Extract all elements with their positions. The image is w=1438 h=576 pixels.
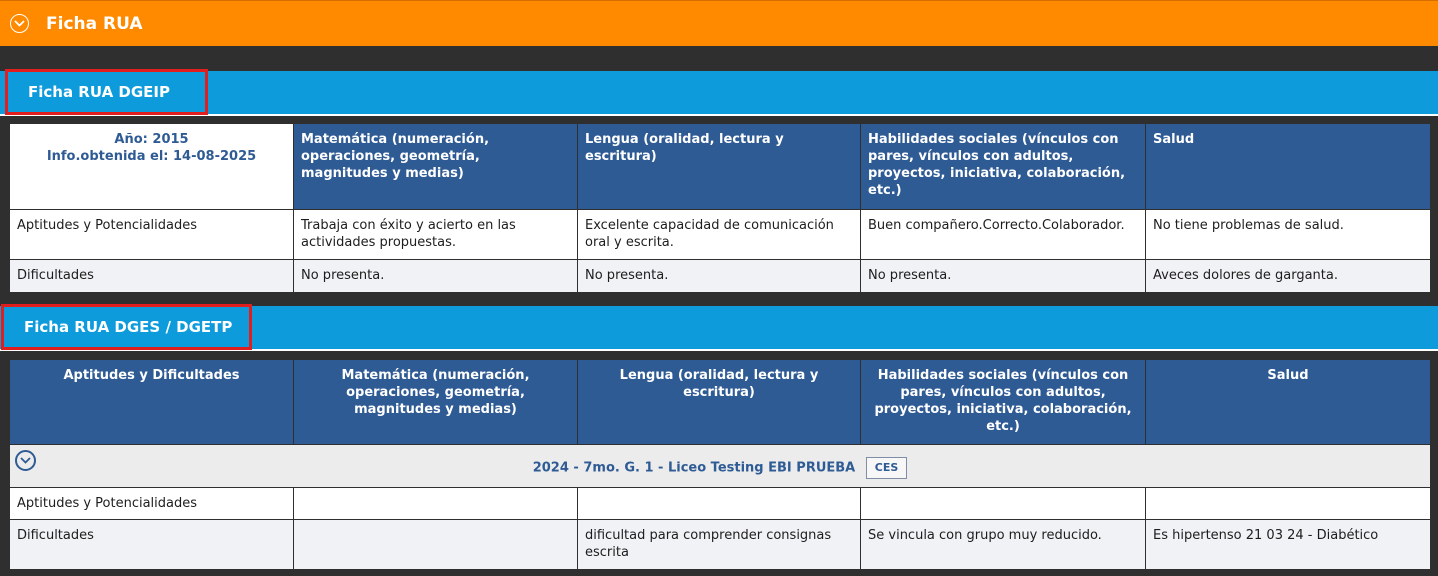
row-label: Dificultades: [9, 519, 294, 570]
table-cell: Buen compañero.Correcto.Colaborador.: [860, 209, 1146, 260]
group-label: 2024 - 7mo. G. 1 - Liceo Testing EBI PRU…: [532, 460, 856, 476]
column-header: Lengua (oralidad, lectura y escritura): [577, 123, 861, 210]
row-label: Aptitudes y Potencialidades: [9, 487, 294, 520]
table-cell: No presenta.: [293, 259, 578, 293]
column-header: Aptitudes y Dificultades: [9, 359, 294, 445]
year-info-cell: Año: 2015 Info.obtenida el: 14-08-2025: [9, 123, 294, 210]
table-row: Aptitudes y Potencialidades Trabaja con …: [9, 209, 1431, 260]
table-cell: No presenta.: [577, 259, 861, 293]
section-dgeip-header: Ficha RUA DGEIP: [0, 69, 1438, 116]
year-label: Año: 2015: [114, 132, 189, 147]
row-label: Aptitudes y Potencialidades: [9, 209, 294, 260]
section-dgeip-title: Ficha RUA DGEIP: [5, 69, 208, 115]
column-header: Habilidades sociales (vínculos con pares…: [860, 123, 1146, 210]
page-title: Ficha RUA: [46, 13, 143, 34]
table-cell: Excelente capacidad de comunicación oral…: [577, 209, 861, 260]
table-row: Dificultades dificultad para comprender …: [9, 519, 1431, 570]
column-header: Lengua (oralidad, lectura y escritura): [577, 359, 861, 445]
column-header: Matemática (numeración, operaciones, geo…: [293, 359, 578, 445]
table-cell: [577, 487, 861, 520]
info-date-label: Info.obtenida el: 14-08-2025: [46, 149, 257, 164]
table-row: Dificultades No presenta. No presenta. N…: [9, 259, 1431, 293]
table-cell: [293, 519, 578, 570]
table-cell: [293, 487, 578, 520]
table-cell: Aveces dolores de garganta.: [1145, 259, 1431, 293]
table-cell: No tiene problemas de salud.: [1145, 209, 1431, 260]
table-cell: [1145, 487, 1431, 520]
section-dges-header: Ficha RUA DGES / DGETP: [0, 304, 1438, 351]
column-header: Salud: [1145, 123, 1431, 210]
row-label: Dificultades: [9, 259, 294, 293]
table-row: Aptitudes y Potencialidades: [9, 487, 1431, 520]
ficha-rua-header[interactable]: Ficha RUA: [0, 0, 1438, 46]
table-cell: Es hipertenso 21 03 24 - Diabético: [1145, 519, 1431, 570]
table-cell: [860, 487, 1146, 520]
column-header: Habilidades sociales (vínculos con pares…: [860, 359, 1146, 445]
column-header: Salud: [1145, 359, 1431, 445]
ces-badge[interactable]: CES: [865, 457, 908, 479]
column-header: Matemática (numeración, operaciones, geo…: [293, 123, 578, 210]
table-cell: Se vincula con grupo muy reducido.: [860, 519, 1146, 570]
chevron-down-circle-icon[interactable]: [10, 14, 29, 33]
dgeip-table: Año: 2015 Info.obtenida el: 14-08-2025 M…: [9, 123, 1431, 293]
group-row[interactable]: 2024 - 7mo. G. 1 - Liceo Testing EBI PRU…: [9, 444, 1431, 488]
table-cell: No presenta.: [860, 259, 1146, 293]
table-cell: dificultad para comprender consignas esc…: [577, 519, 861, 570]
dges-table: Aptitudes y Dificultades Matemática (num…: [9, 359, 1431, 570]
section-dges-title: Ficha RUA DGES / DGETP: [1, 304, 252, 350]
table-cell: Trabaja con éxito y acierto en las activ…: [293, 209, 578, 260]
